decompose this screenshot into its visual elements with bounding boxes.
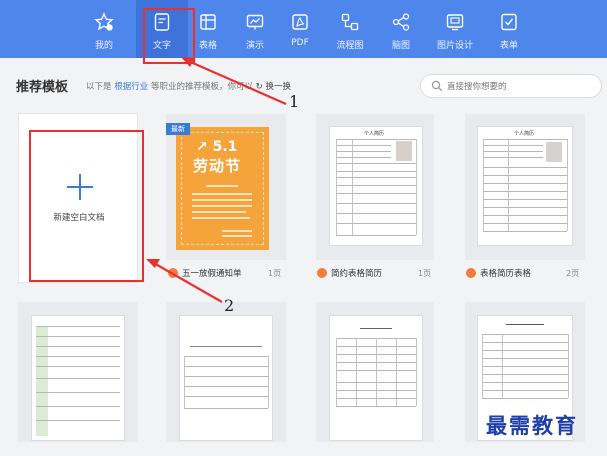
annotation-step-1: 1 <box>289 92 300 111</box>
annotation-arrows <box>146 57 287 303</box>
annotation-step-2: 2 <box>224 296 235 315</box>
watermark-text: 最需教育 <box>486 413 578 438</box>
